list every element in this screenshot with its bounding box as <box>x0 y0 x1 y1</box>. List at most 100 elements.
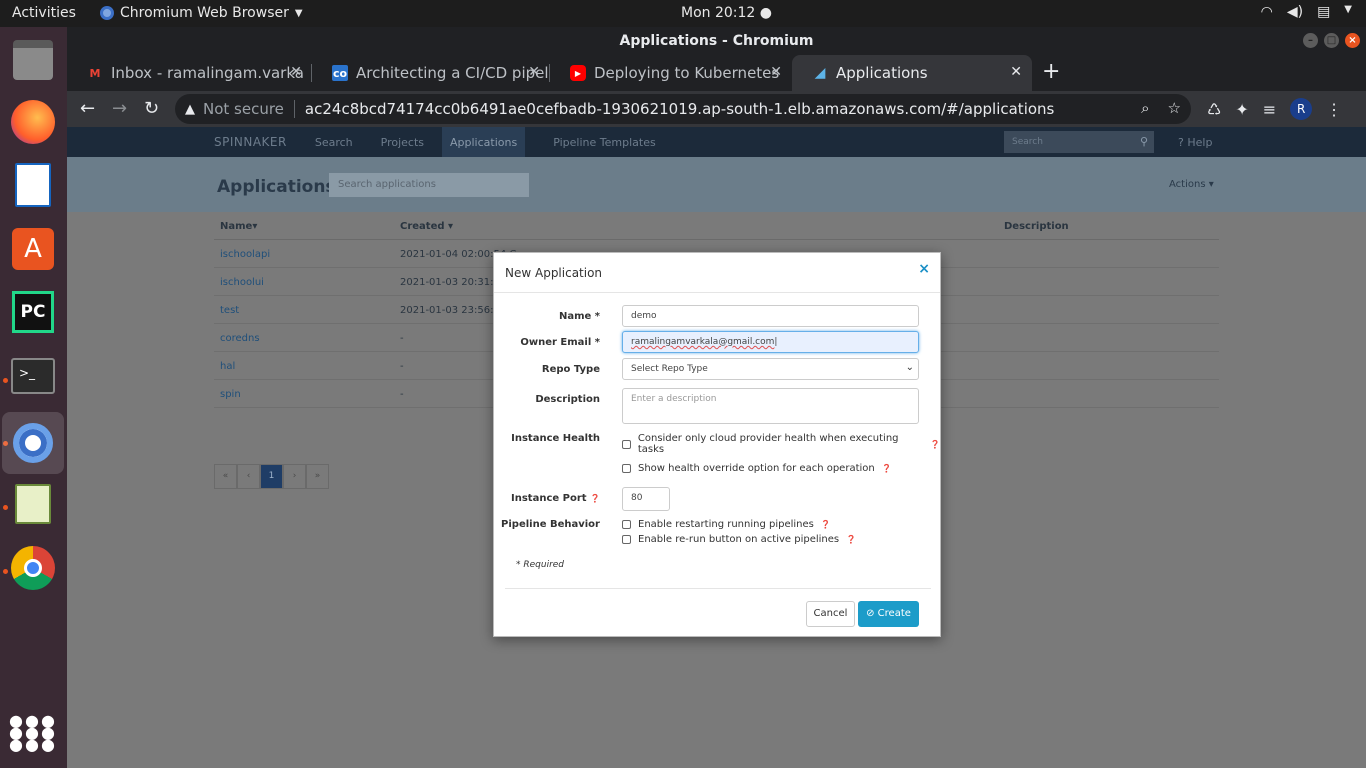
close-icon[interactable]: ✕ <box>528 64 540 80</box>
health-cloud-provider-checkbox[interactable]: Consider only cloud provider health when… <box>622 433 940 455</box>
tab-label: Architecting a CI/CD pipel <box>356 64 549 82</box>
recycle-icon[interactable]: ♺ <box>1207 100 1221 119</box>
url-text[interactable]: ac24c8bcd74174cc0b6491ae0cefbadb-1930621… <box>305 100 1054 118</box>
pycharm-icon[interactable]: PC <box>8 287 58 337</box>
close-icon[interactable]: ✕ <box>290 64 302 80</box>
maximize-icon[interactable]: □ <box>1324 33 1339 48</box>
clock-label: Mon 20:12 <box>681 5 756 21</box>
checkbox[interactable] <box>622 535 631 544</box>
pager-next[interactable]: › <box>283 464 306 489</box>
help-icon[interactable]: ❓ <box>882 464 892 473</box>
help-link[interactable]: ? Help <box>1178 136 1212 149</box>
system-tray[interactable]: ◠ ◀) ▤ ▼ <box>1261 4 1352 20</box>
repo-type-select[interactable]: Select Repo Type ⌄ <box>622 358 919 380</box>
name-input[interactable]: demo <box>622 305 919 327</box>
description-textarea[interactable]: Enter a description <box>622 388 919 424</box>
profile-avatar[interactable]: R <box>1290 98 1313 120</box>
libreoffice-writer-icon[interactable] <box>8 160 58 210</box>
pager-page-1[interactable]: 1 <box>260 464 283 489</box>
app-name-link[interactable]: test <box>220 305 239 316</box>
spinnaker-navbar: SPINNAKER Search Projects Applications P… <box>67 126 1366 158</box>
app-created: - <box>400 361 404 372</box>
pager-prev[interactable]: ‹ <box>237 464 260 489</box>
nav-search[interactable]: Search <box>315 136 353 149</box>
tab-inbox[interactable]: M Inbox - ramalingam.varka ✕ <box>67 55 312 91</box>
pagination: « ‹ 1 › » <box>214 464 329 489</box>
activities-button[interactable]: Activities <box>12 5 76 21</box>
search-applications-input[interactable]: Search applications <box>329 173 529 197</box>
nav-applications[interactable]: Applications <box>442 126 526 158</box>
minimize-icon[interactable]: – <box>1303 33 1318 48</box>
nav-projects[interactable]: Projects <box>381 136 424 149</box>
app-menu-label: Chromium Web Browser <box>120 5 289 21</box>
actions-dropdown[interactable]: Actions ▾ <box>1169 179 1214 190</box>
window-title: Applications - Chromium <box>619 33 814 49</box>
owner-email-input[interactable]: ramalingamvarkala@gmail.com| <box>622 331 919 353</box>
terminal-icon[interactable]: >_ <box>8 351 58 401</box>
files-icon[interactable] <box>8 35 58 85</box>
bookmark-star-icon[interactable]: ☆ <box>1168 99 1181 117</box>
close-window-icon[interactable]: × <box>1345 33 1360 48</box>
chevron-down-icon: ▼ <box>1344 4 1352 15</box>
zoom-icon[interactable]: ⌕ <box>1141 99 1149 117</box>
app-name-link[interactable]: ischoolui <box>220 277 264 288</box>
checkbox[interactable] <box>622 464 631 473</box>
create-button[interactable]: ⊘ Create <box>858 601 919 627</box>
app-name-link[interactable]: spin <box>220 389 241 400</box>
media-icon[interactable]: ≡ <box>1263 100 1276 119</box>
checkbox[interactable] <box>622 439 631 449</box>
checkbox[interactable] <box>622 520 631 529</box>
puzzle-icon[interactable]: ✦ <box>1235 100 1248 119</box>
tab-deploying[interactable]: ▶ Deploying to Kubernetes ✕ <box>550 55 792 91</box>
app-name-link[interactable]: coredns <box>220 333 260 344</box>
text-editor-icon[interactable] <box>8 479 58 529</box>
cancel-button[interactable]: Cancel <box>806 601 855 627</box>
help-icon[interactable]: ❓ <box>930 440 940 449</box>
pager-first[interactable]: « <box>214 464 237 489</box>
app-menu[interactable]: Chromium Web Browser ▼ <box>100 5 303 21</box>
security-label[interactable]: Not secure <box>203 100 284 118</box>
close-icon[interactable]: × <box>918 261 930 277</box>
help-icon[interactable]: ❓ <box>846 535 856 544</box>
nav-search-input[interactable]: Search ⚲ <box>1004 131 1154 153</box>
tab-applications[interactable]: ◢ Applications ✕ <box>792 55 1032 91</box>
col-created[interactable]: Created ▾ <box>400 221 453 232</box>
reload-icon[interactable]: ↻ <box>144 98 159 119</box>
close-icon[interactable]: ✕ <box>770 64 782 80</box>
health-override-checkbox[interactable]: Show health override option for each ope… <box>622 463 892 474</box>
software-center-icon[interactable]: A <box>8 224 58 274</box>
close-icon[interactable]: ✕ <box>1010 64 1022 80</box>
back-icon[interactable]: ← <box>80 98 95 119</box>
instance-port-input[interactable]: 80 <box>622 487 670 511</box>
app-name-link[interactable]: hal <box>220 361 235 372</box>
show-apps-icon[interactable]: ●●● ●●● ●●● <box>8 708 58 758</box>
chromium-icon[interactable] <box>2 412 64 474</box>
firefox-icon[interactable] <box>8 97 58 147</box>
search-icon[interactable]: ⚲ <box>1140 135 1148 148</box>
app-name-link[interactable]: ischoolapi <box>220 249 270 260</box>
volume-icon: ◀) <box>1286 4 1304 20</box>
tab-architecting[interactable]: co Architecting a CI/CD pipel ✕ <box>312 55 550 91</box>
warning-icon[interactable]: ▲ <box>185 102 195 117</box>
address-bar[interactable]: ▲ Not secure ac24c8bcd74174cc0b6491ae0ce… <box>175 94 1191 124</box>
menu-kebab-icon[interactable]: ⋮ <box>1326 100 1342 119</box>
owner-email-label: Owner Email * <box>520 337 600 348</box>
col-name[interactable]: Name▾ <box>220 221 257 232</box>
pager-last[interactable]: » <box>306 464 329 489</box>
rerun-button-checkbox[interactable]: Enable re-run button on active pipelines… <box>622 534 856 545</box>
forward-icon[interactable]: → <box>112 98 127 119</box>
help-label: Help <box>1187 136 1213 149</box>
tab-label: Inbox - ramalingam.varka <box>111 64 304 82</box>
tab-label: Applications <box>836 64 928 82</box>
browser-toolbar: ← → ↻ ▲ Not secure ac24c8bcd74174cc0b649… <box>67 91 1366 127</box>
help-icon[interactable]: ❓ <box>590 494 600 503</box>
clock[interactable]: Mon 20:12 ● <box>681 5 772 21</box>
spinnaker-brand[interactable]: SPINNAKER <box>214 135 287 149</box>
col-description[interactable]: Description <box>1004 221 1069 232</box>
restart-pipelines-checkbox[interactable]: Enable restarting running pipelines ❓ <box>622 519 831 530</box>
help-icon[interactable]: ❓ <box>821 520 831 529</box>
repo-type-value: Select Repo Type <box>631 364 708 374</box>
chrome-icon[interactable] <box>8 543 58 593</box>
nav-pipeline-templates[interactable]: Pipeline Templates <box>553 136 655 149</box>
new-tab-button[interactable]: + <box>1042 59 1060 84</box>
